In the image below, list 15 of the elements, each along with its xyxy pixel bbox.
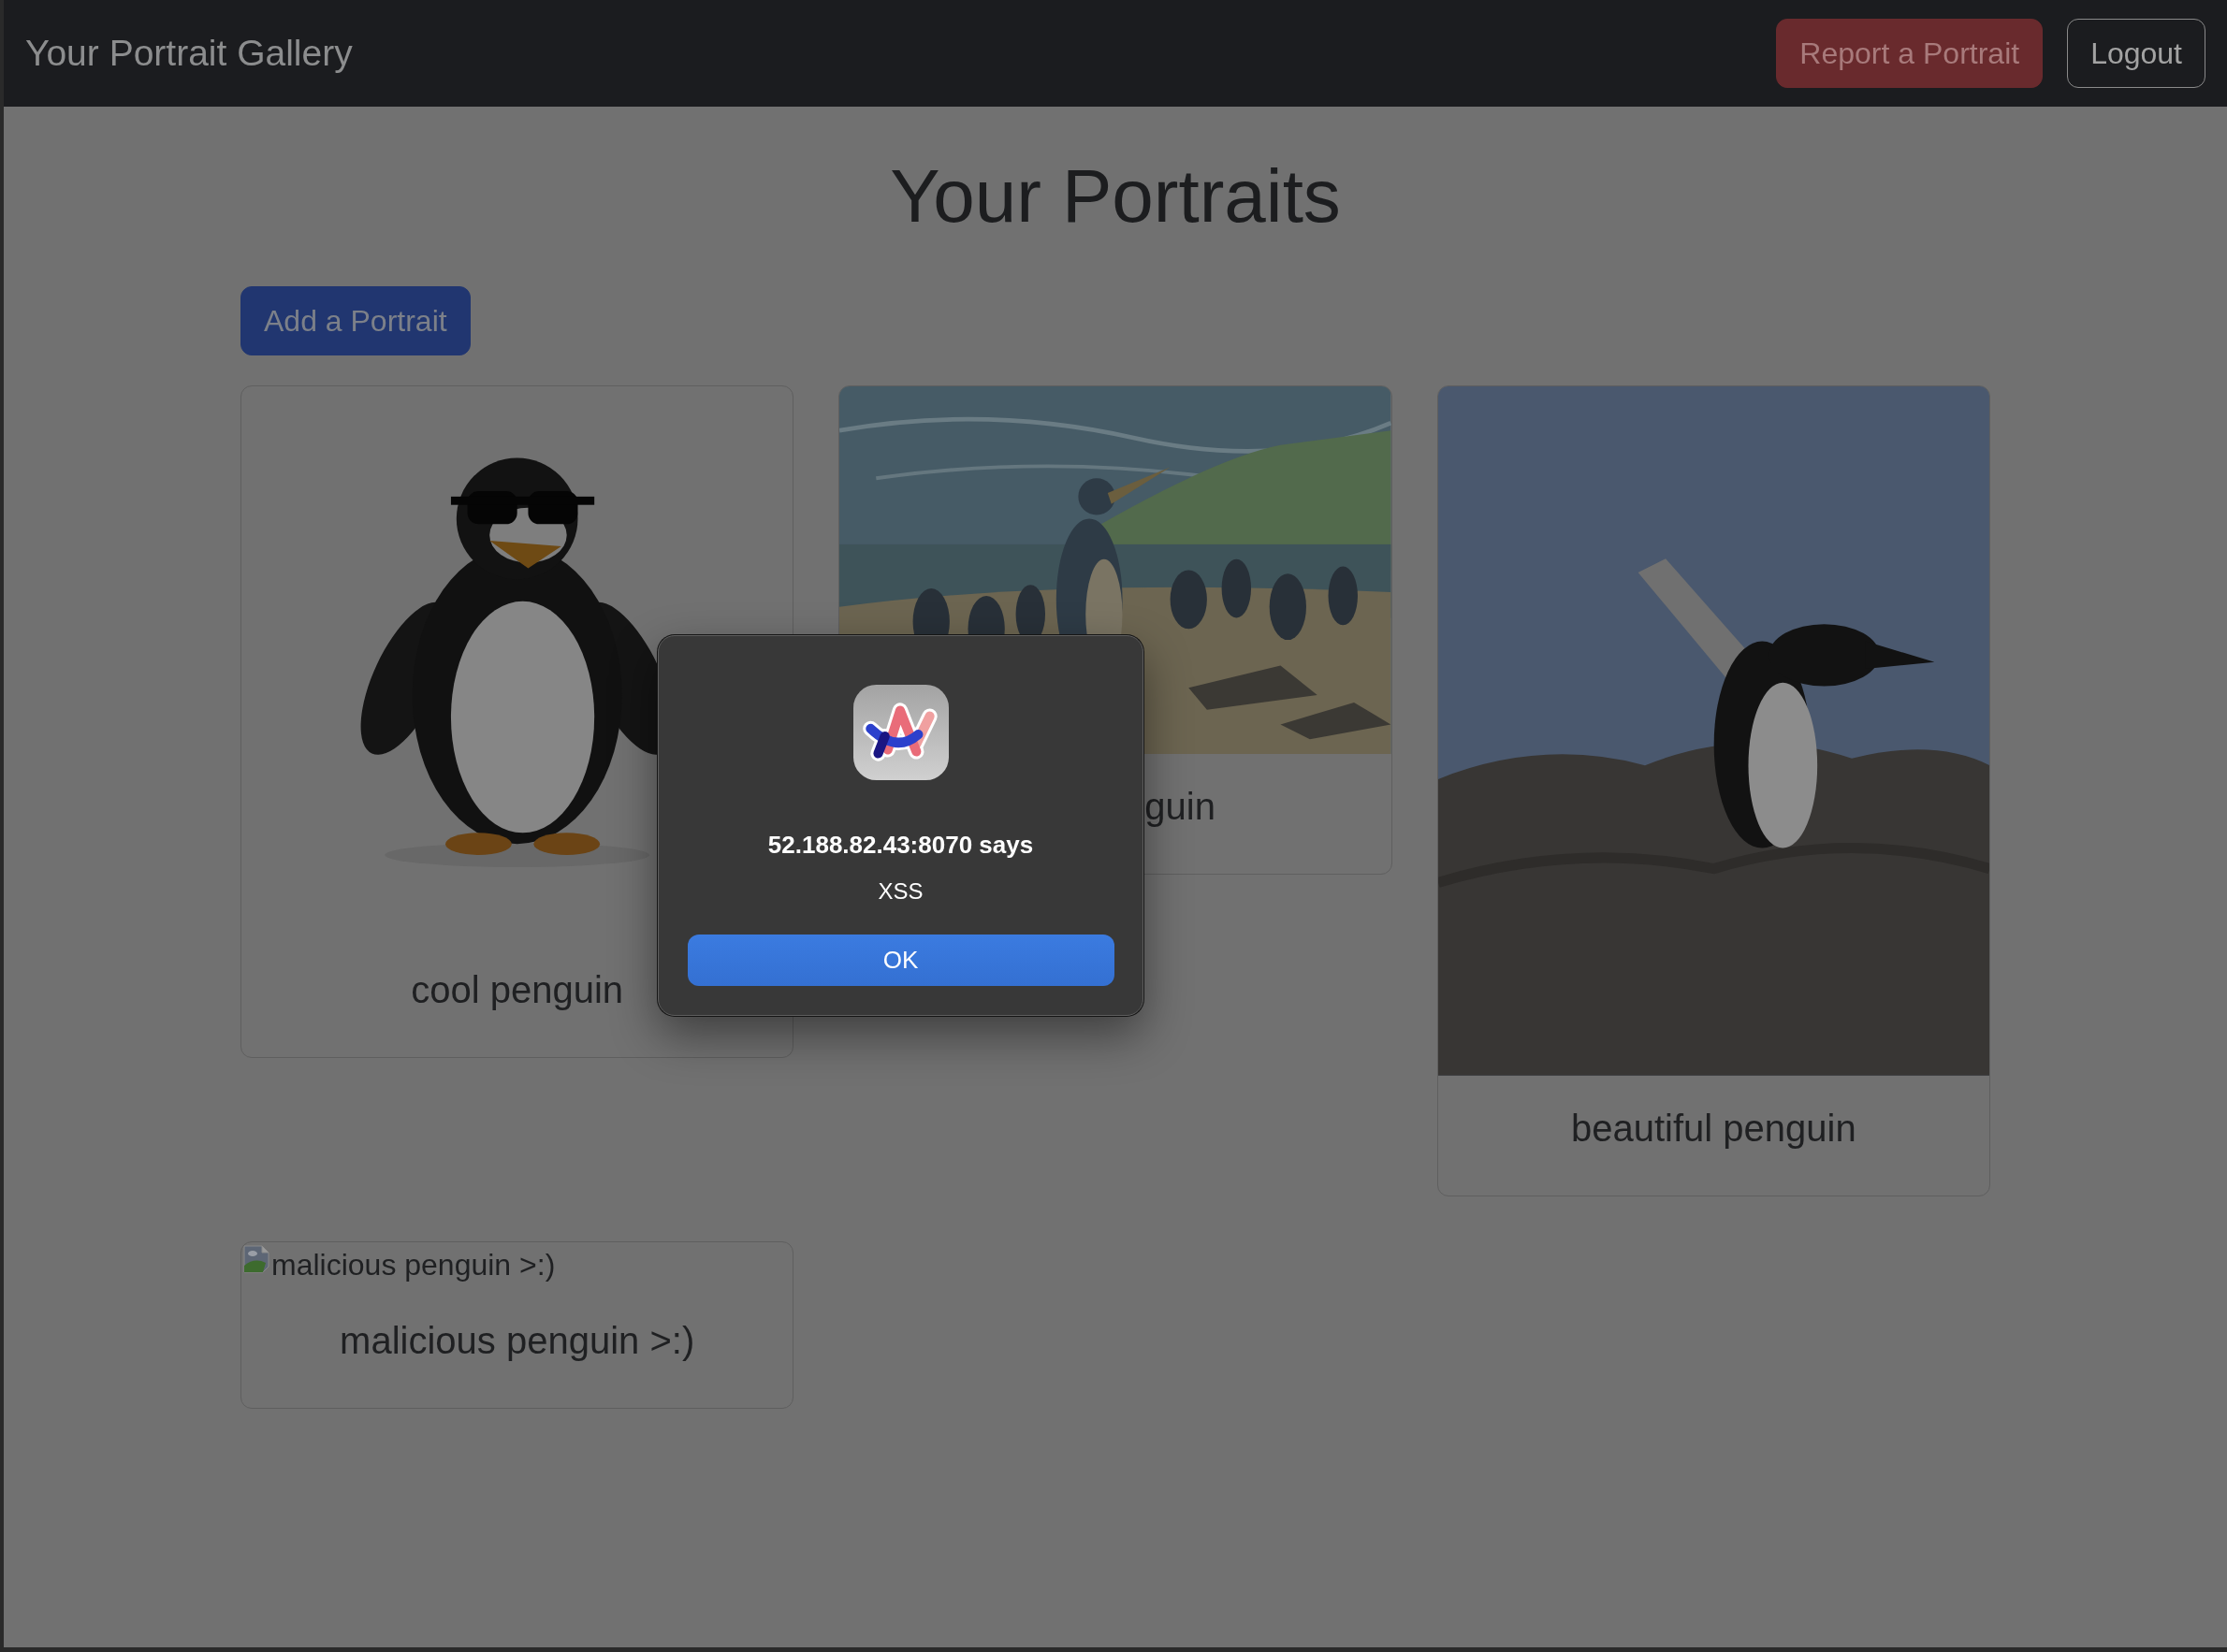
add-portrait-button[interactable]: Add a Portrait [240,286,471,355]
card-title: cool penguin [410,968,625,1013]
logout-button[interactable]: Logout [2067,19,2205,88]
brand-link[interactable]: Your Portrait Gallery [25,33,353,74]
card-title: guin [1144,784,1215,829]
image-alt-text: malicious penguin >:) [271,1246,556,1283]
report-button[interactable]: Report a Portrait [1776,19,2044,88]
card-title: malicious penguin >:) [339,1318,696,1363]
app-logo-icon [852,685,949,780]
alert-title: 52.188.82.43:8070 says [767,831,1034,860]
page-heading: Your Portraits [889,153,1342,239]
alert-message: XSS [878,877,924,905]
ok-button[interactable]: OK [687,935,1114,986]
card-title: beautiful penguin [1569,1106,1857,1151]
broken-image-icon [241,1243,271,1274]
